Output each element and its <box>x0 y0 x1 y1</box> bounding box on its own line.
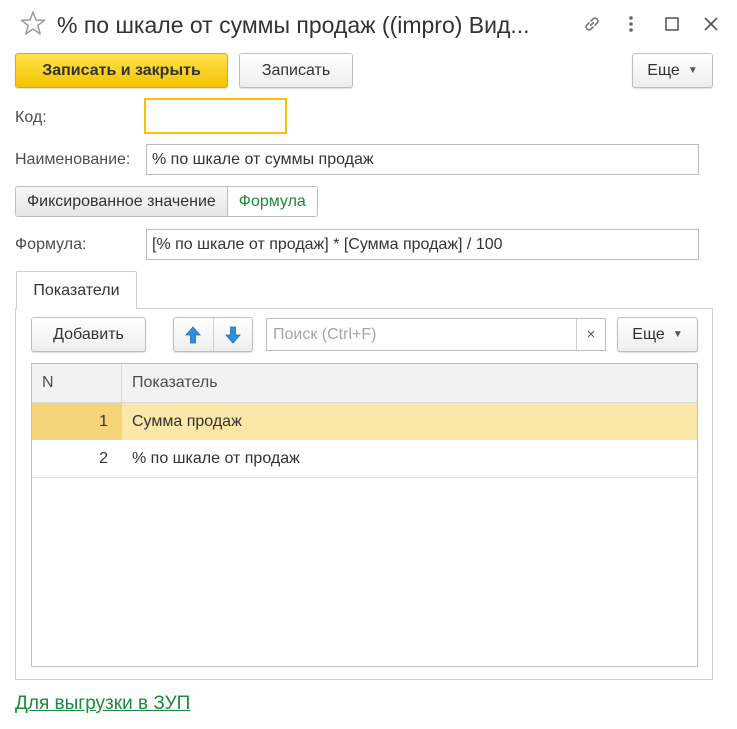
save-button[interactable]: Записать <box>239 53 353 88</box>
formula-mode-switch: Фиксированное значение Формула <box>15 186 318 217</box>
search-box: × <box>266 318 606 351</box>
star-icon[interactable] <box>20 10 46 36</box>
formula-label: Формула: <box>15 236 87 253</box>
arrow-up-icon[interactable] <box>174 318 213 351</box>
table-header: N Показатель <box>32 364 697 403</box>
more-vertical-icon[interactable] <box>619 12 643 36</box>
add-button[interactable]: Добавить <box>31 317 146 352</box>
formula-field[interactable]: [% по шкале от продаж] * [Сумма продаж] … <box>146 229 699 260</box>
close-icon[interactable] <box>699 12 723 36</box>
move-buttons <box>173 317 253 352</box>
more-button[interactable]: Еще ▼ <box>632 53 713 88</box>
row-number: 2 <box>99 449 108 467</box>
chevron-down-icon: ▼ <box>672 329 683 340</box>
table-row[interactable]: 2 % по шкале от продаж <box>32 440 697 478</box>
table-more-button[interactable]: Еще ▼ <box>617 317 698 352</box>
row-number: 1 <box>32 403 122 440</box>
link-icon[interactable] <box>580 12 604 36</box>
tab-indicators[interactable]: Показатели <box>16 271 137 309</box>
column-header-indicator[interactable]: Показатель <box>122 364 218 402</box>
save-and-close-button[interactable]: Записать и закрыть <box>15 53 228 88</box>
formula-option[interactable]: Формула <box>227 187 317 216</box>
code-label: Код: <box>15 109 47 126</box>
maximize-icon[interactable] <box>660 12 684 36</box>
clear-search-icon[interactable]: × <box>576 319 605 350</box>
chevron-down-icon: ▼ <box>687 65 698 76</box>
search-input[interactable] <box>267 319 576 350</box>
code-field[interactable] <box>144 98 287 134</box>
row-indicator-name: % по шкале от продаж <box>132 449 300 467</box>
fixed-value-option[interactable]: Фиксированное значение <box>16 187 228 216</box>
row-indicator-name: Сумма продаж <box>132 412 242 430</box>
export-to-zup-link[interactable]: Для выгрузки в ЗУП <box>15 693 190 715</box>
column-header-n[interactable]: N <box>32 364 122 402</box>
name-field[interactable]: % по шкале от суммы продаж <box>146 144 699 175</box>
table-more-label: Еще <box>632 325 665 343</box>
arrow-down-icon[interactable] <box>212 318 253 351</box>
more-button-label: Еще <box>647 61 680 79</box>
indicators-table: N Показатель 1 Сумма продаж 2 % по шкале… <box>31 363 698 667</box>
table-row[interactable]: 1 Сумма продаж <box>32 403 697 440</box>
name-label: Наименование: <box>15 151 131 168</box>
window-title: % по шкале от суммы продаж ((impro) Вид.… <box>57 12 530 38</box>
